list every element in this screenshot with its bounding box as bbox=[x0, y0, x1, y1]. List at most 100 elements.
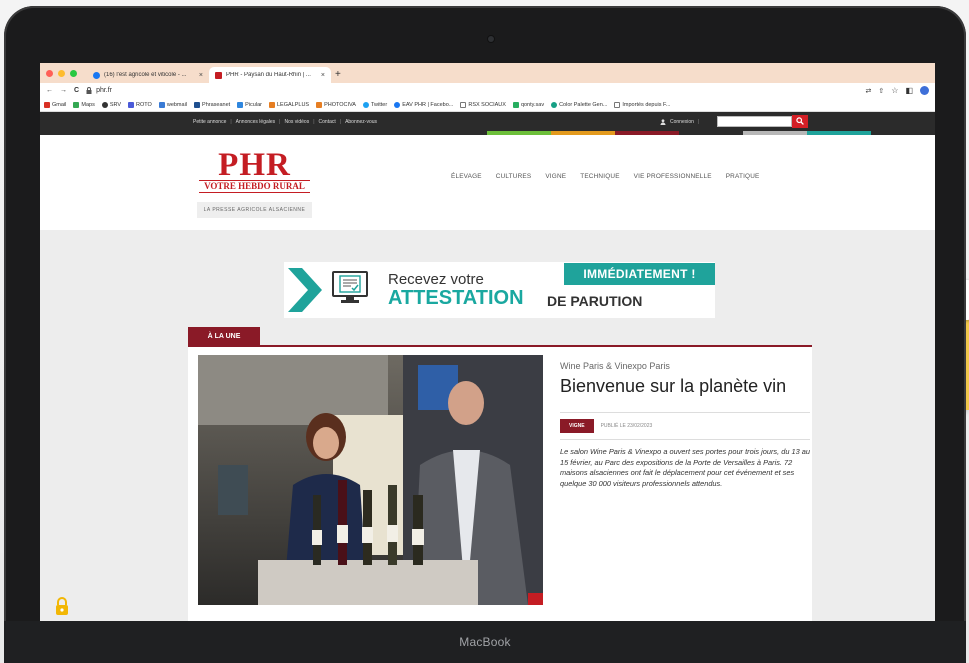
bookmark-item[interactable]: SRV bbox=[101, 101, 121, 108]
translate-icon[interactable]: ⇄ bbox=[866, 87, 872, 95]
address-bar: ← → C phr.fr ⇄ ⇧ ☆ ◧ bbox=[40, 83, 935, 98]
tab-close-icon[interactable]: × bbox=[321, 72, 325, 79]
browser-tab-bar: (16) l'est agricole et viticole - ... × … bbox=[40, 63, 935, 83]
top-link[interactable]: Petite annonce bbox=[193, 119, 226, 125]
laptop-frame: (16) l'est agricole et viticole - ... × … bbox=[4, 6, 966, 663]
bookmark-item[interactable]: PHOTOCIVA bbox=[316, 101, 356, 108]
bookmark-item[interactable]: Picular bbox=[237, 101, 262, 108]
search-icon bbox=[796, 117, 804, 125]
phraseanet-icon bbox=[194, 101, 201, 108]
facebook-icon bbox=[394, 101, 401, 108]
logo-subtitle: VOTRE HEBDO RURAL bbox=[199, 180, 310, 193]
article-date: PUBLIÉ LE 23/02/2023 bbox=[600, 423, 653, 429]
bookmark-item[interactable]: Phraseanet bbox=[194, 101, 230, 108]
attestation-banner[interactable]: Recevez votre ATTESTATION DE PARUTION IM… bbox=[284, 262, 715, 318]
featured-article-card[interactable]: Wine Paris & Vinexpo Paris Bienvenue sur… bbox=[188, 347, 812, 621]
bookmark-item[interactable]: Twitter bbox=[362, 101, 387, 108]
palette-icon bbox=[551, 101, 558, 108]
bookmark-item[interactable]: Color Palette Gen... bbox=[551, 101, 607, 108]
article-excerpt: Le salon Wine Paris & Vinexpo a ouvert s… bbox=[560, 439, 810, 489]
qonty-icon bbox=[512, 101, 519, 108]
nav-item-vigne[interactable]: VIGNE bbox=[545, 173, 566, 180]
chevron-right-icon bbox=[288, 268, 322, 312]
user-icon bbox=[660, 118, 666, 125]
tab-close-icon[interactable]: × bbox=[199, 72, 203, 79]
top-link[interactable]: Contact bbox=[313, 119, 336, 125]
nav-item-technique[interactable]: TECHNIQUE bbox=[580, 173, 619, 180]
bookmark-item[interactable]: webmail bbox=[158, 101, 187, 108]
article-meta: VIGNE PUBLIÉ LE 23/02/2023 bbox=[560, 412, 810, 433]
logo-tagline: LA PRESSE AGRICOLE ALSACIENNE bbox=[197, 202, 312, 218]
accessibility-lock-icon[interactable] bbox=[55, 597, 69, 615]
profile-avatar[interactable] bbox=[920, 86, 929, 95]
share-icon[interactable]: ⇧ bbox=[878, 87, 884, 95]
forward-button[interactable]: → bbox=[60, 87, 67, 94]
article-photo[interactable] bbox=[198, 355, 543, 605]
laptop-chin: MacBook bbox=[4, 621, 966, 663]
bookmark-item[interactable]: Gmail bbox=[44, 101, 66, 108]
nav-item-cultures[interactable]: CULTURES bbox=[496, 173, 532, 180]
article-title[interactable]: Bienvenue sur la planète vin bbox=[560, 377, 810, 396]
bookmark-item[interactable]: EAV PHR | Facebo... bbox=[394, 101, 453, 108]
login-link[interactable]: Connexion | bbox=[660, 119, 699, 125]
search-button[interactable] bbox=[792, 115, 808, 128]
folder-icon bbox=[614, 101, 621, 108]
back-button[interactable]: ← bbox=[46, 87, 53, 94]
bookmark-item[interactable]: ROTO bbox=[128, 101, 152, 108]
tab-title: (16) l'est agricole et viticole - ... bbox=[104, 72, 187, 78]
bookmark-item[interactable]: LEGALPLUS bbox=[268, 101, 309, 108]
bookmark-item[interactable]: qonty.sav bbox=[512, 101, 544, 108]
section-tag: À LA UNE bbox=[188, 327, 260, 347]
nav-item-vie-professionnelle[interactable]: VIE PROFESSIONNELLE bbox=[634, 173, 712, 180]
top-link[interactable]: Annonces légales bbox=[230, 119, 275, 125]
banner-line-2: ATTESTATION bbox=[388, 287, 524, 309]
bookmarks-bar: Gmail Maps SRV ROTO webmail Phraseanet P… bbox=[40, 98, 935, 112]
maps-icon bbox=[73, 101, 80, 108]
phr-favicon-icon bbox=[215, 71, 222, 79]
minimize-window-icon[interactable] bbox=[58, 69, 65, 77]
site-header: PHR VOTRE HEBDO RURAL LA PRESSE AGRICOLE… bbox=[40, 135, 935, 230]
site-search-input[interactable] bbox=[717, 116, 792, 127]
bookmark-star-icon[interactable]: ☆ bbox=[891, 86, 898, 95]
nav-item-pratique[interactable]: PRATIQUE bbox=[726, 173, 760, 180]
camera-icon bbox=[488, 36, 494, 42]
bookmark-item[interactable]: RSX SOCIAUX bbox=[460, 101, 506, 108]
top-link[interactable]: Nos vidéos bbox=[279, 119, 309, 125]
top-link[interactable]: Abonnez-vous bbox=[340, 119, 377, 125]
webmail-icon bbox=[158, 101, 165, 108]
maximize-window-icon[interactable] bbox=[70, 69, 77, 77]
banner-badge: IMMÉDIATEMENT ! bbox=[564, 263, 715, 285]
site-top-nav: Petite annonce Annonces légales Nos vidé… bbox=[40, 112, 935, 131]
picular-icon bbox=[237, 101, 244, 108]
twitter-icon bbox=[362, 101, 369, 108]
site-logo[interactable]: PHR VOTRE HEBDO RURAL LA PRESSE AGRICOLE… bbox=[197, 147, 312, 218]
tab-phr[interactable]: PHR - Paysan du Haut-Rhin | ... × bbox=[209, 67, 331, 83]
url-field[interactable]: phr.fr bbox=[86, 87, 858, 94]
article-kicker: Wine Paris & Vinexpo Paris bbox=[560, 361, 670, 371]
url-text: phr.fr bbox=[96, 87, 113, 94]
photociva-icon bbox=[316, 101, 323, 108]
banner-line-1: Recevez votre bbox=[388, 271, 484, 288]
bookmark-item[interactable]: Importés depuis F... bbox=[614, 101, 670, 108]
new-tab-button[interactable]: + bbox=[335, 67, 341, 83]
certificate-monitor-icon bbox=[332, 271, 368, 303]
banner-line-3: DE PARUTION bbox=[547, 293, 643, 309]
reload-button[interactable]: C bbox=[74, 87, 79, 94]
website: Petite annonce Annonces légales Nos vidé… bbox=[40, 112, 935, 621]
close-window-icon[interactable] bbox=[46, 69, 53, 77]
screen: (16) l'est agricole et viticole - ... × … bbox=[40, 63, 935, 621]
globe-icon bbox=[101, 101, 108, 108]
roto-icon bbox=[128, 101, 135, 108]
bookmark-item[interactable]: Maps bbox=[73, 101, 95, 108]
sidebar-icon[interactable]: ◧ bbox=[905, 86, 913, 95]
nav-item-elevage[interactable]: ÉLEVAGE bbox=[451, 173, 482, 180]
device-brand-label: MacBook bbox=[459, 635, 511, 649]
top-links: Petite annonce Annonces légales Nos vidé… bbox=[193, 119, 377, 125]
tab-facebook[interactable]: (16) l'est agricole et viticole - ... × bbox=[87, 67, 209, 83]
main-nav: ÉLEVAGE CULTURES VIGNE TECHNIQUE VIE PRO… bbox=[451, 173, 760, 180]
folder-icon bbox=[460, 101, 467, 108]
logo-name: PHR bbox=[218, 147, 291, 183]
facebook-icon bbox=[93, 71, 100, 79]
article-text: Wine Paris & Vinexpo Paris Bienvenue sur… bbox=[560, 361, 810, 489]
article-rubric-badge[interactable]: VIGNE bbox=[560, 419, 594, 433]
